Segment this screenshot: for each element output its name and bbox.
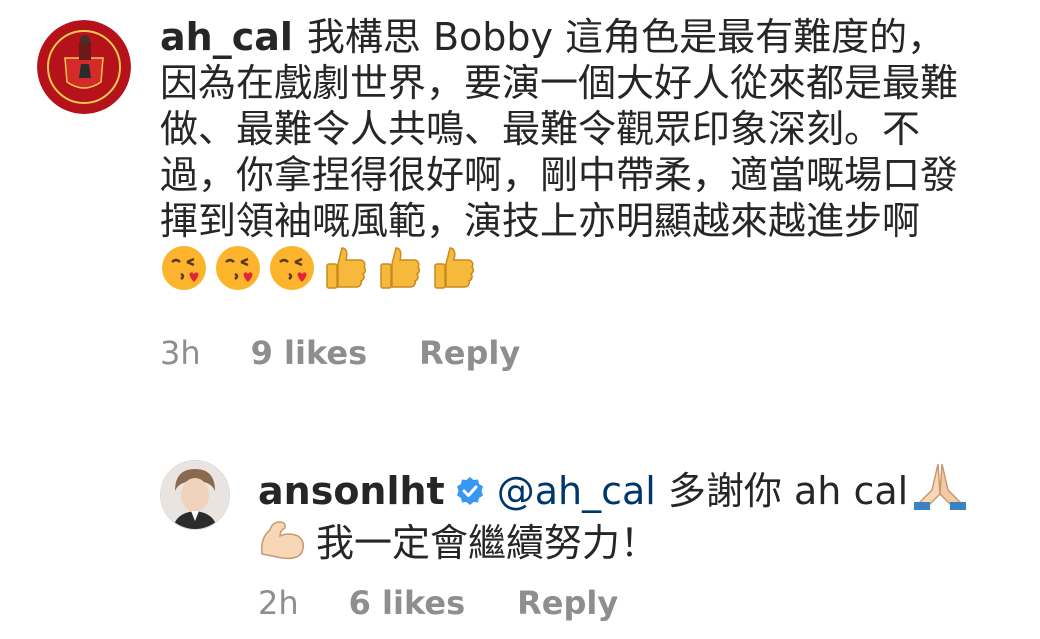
- comment-1-body: ah_cal 我構思 Bobby 這角色是最有難度的，因為在戲劇世界，要演一個大好…: [160, 14, 980, 296]
- comment-2-body: ansonlht @ah_cal 多謝你 ah cal 我一定會繼續努力！: [258, 460, 988, 566]
- comment-1-likes[interactable]: 9 likes: [251, 334, 368, 372]
- comment-1: ah_cal 我構思 Bobby 這角色是最有難度的，因為在戲劇世界，要演一個大好…: [0, 0, 1040, 390]
- avatar-ansonlht[interactable]: [160, 460, 230, 530]
- manchester-united-crest-icon: [37, 20, 131, 114]
- thumbs-up-icon: [380, 247, 421, 289]
- comment-1-reply-button[interactable]: Reply: [419, 334, 520, 372]
- comment-2-meta: 2h 6 likes Reply: [258, 584, 618, 622]
- flexed-biceps-icon: [260, 521, 305, 560]
- folded-hands-icon: [914, 463, 967, 510]
- comment-1-username[interactable]: ah_cal: [160, 15, 293, 59]
- mention-link[interactable]: @ah_cal: [497, 469, 656, 513]
- comment-1-meta: 3h 9 likes Reply: [160, 334, 520, 372]
- kissing-heart-face-icon: [162, 246, 206, 290]
- comment-2-reply: ansonlht @ah_cal 多謝你 ah cal 我一定會繼續努力！ 2h…: [0, 440, 1040, 639]
- verified-badge-icon: [456, 477, 483, 505]
- comment-2-text-a: 多謝你 ah cal: [667, 469, 909, 513]
- thumbs-up-icon: [434, 247, 475, 289]
- profile-photo-icon: [161, 461, 229, 529]
- comment-2-likes[interactable]: 6 likes: [349, 584, 466, 622]
- thumbs-up-icon: [326, 247, 367, 289]
- comment-2-username[interactable]: ansonlht: [258, 469, 445, 513]
- kissing-heart-face-icon: [270, 246, 314, 290]
- kissing-heart-face-icon: [216, 246, 260, 290]
- comment-2-time: 2h: [258, 584, 299, 622]
- avatar-ah-cal[interactable]: [37, 20, 131, 114]
- comment-2-text-b: 我一定會繼續努力！: [316, 521, 659, 565]
- comment-1-time: 3h: [160, 334, 201, 372]
- comment-1-emojis: [160, 246, 484, 295]
- comment-2-reply-button[interactable]: Reply: [517, 584, 618, 622]
